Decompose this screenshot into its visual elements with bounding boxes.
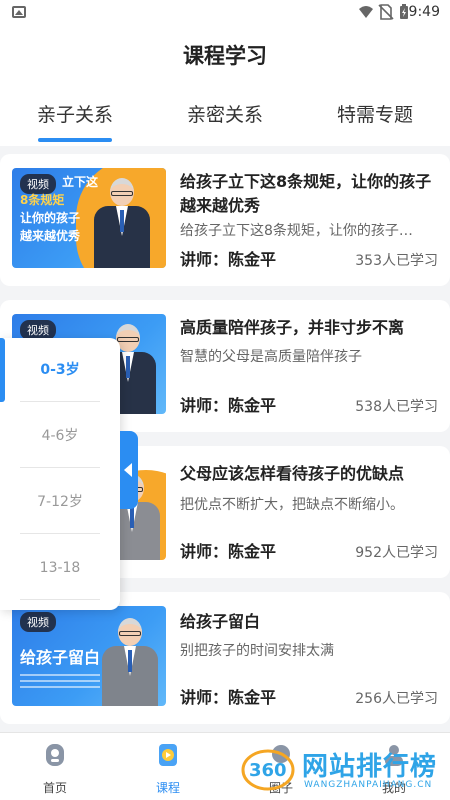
course-teacher: 讲师：陈金平 (180, 396, 277, 415)
course-learner-count: 952人已学习 (355, 545, 438, 561)
watermark-subtext: WANGZHANPAIHANG.CN (304, 780, 433, 790)
title-bar: 课程学习 (0, 26, 450, 86)
nav-home[interactable]: 首页 (0, 733, 110, 800)
tab-special-topics[interactable]: 特需专题 (320, 100, 430, 127)
gallery-icon (12, 6, 26, 18)
watermark-logo-text: 360 (249, 760, 287, 781)
status-bar: 9:49 (0, 0, 450, 26)
teacher-photo (92, 178, 152, 268)
course-learner-count: 256人已学习 (355, 691, 438, 707)
category-tabs: 亲子关系 亲密关系 特需专题 (0, 86, 450, 146)
course-desc: 智慧的父母是高质量陪伴孩子 (180, 349, 362, 365)
page-title: 课程学习 (183, 44, 267, 68)
thumb-text-line: 8条规矩 (20, 193, 65, 207)
course-title[interactable]: 给孩子留白 (180, 610, 438, 634)
video-badge: 视频 (20, 612, 56, 632)
age-option-0-3[interactable]: 0-3岁 (20, 338, 100, 402)
tab-parent-child[interactable]: 亲子关系 (20, 100, 130, 127)
thumb-text-line: 给孩子留白 (20, 648, 101, 667)
age-option-4-6[interactable]: 4-6岁 (20, 404, 100, 468)
watermark: 360 网站排行榜 WANGZHANPAIHANG.CN (240, 742, 445, 796)
active-tab-indicator (38, 138, 112, 142)
wifi-icon (359, 6, 373, 18)
nav-course[interactable]: 课程 (113, 733, 223, 800)
course-desc: 别把孩子的时间安排太满 (180, 643, 334, 659)
age-option-13-18[interactable]: 13-18 (20, 536, 100, 600)
thumb-text-line: 立下这 (62, 175, 99, 189)
course-title[interactable]: 给孩子立下这8条规矩，让你的孩子越来越优秀 (180, 170, 438, 218)
status-time: 9:49 (408, 4, 440, 20)
course-learner-count: 538人已学习 (355, 399, 438, 415)
course-card[interactable]: 视频 立下这 8条规矩 让你的孩子 越来越优秀 给孩子立下这8条规矩，让你的孩子… (0, 154, 450, 286)
course-title[interactable]: 父母应该怎样看待孩子的优缺点 (180, 462, 438, 486)
course-desc: 把优点不断扩大，把缺点不断缩小。 (180, 497, 404, 513)
no-sim-icon (378, 4, 394, 20)
course-teacher: 讲师：陈金平 (180, 688, 277, 707)
course-thumbnail: 视频 立下这 8条规矩 让你的孩子 越来越优秀 (12, 168, 166, 268)
nav-label: 首页 (42, 781, 67, 795)
chevron-left-icon (124, 463, 132, 477)
course-thumbnail: 视频 给孩子留白 (12, 606, 166, 706)
tab-intimate[interactable]: 亲密关系 (170, 100, 280, 127)
video-badge: 视频 (20, 174, 56, 194)
thumb-text-line: 越来越优秀 (20, 229, 81, 243)
nav-label: 课程 (155, 781, 180, 795)
thumb-text-line: 让你的孩子 (20, 211, 81, 225)
age-selected-indicator (0, 338, 5, 402)
course-desc: 给孩子立下这8条规矩，让你的孩子… (180, 223, 413, 239)
age-option-7-12[interactable]: 7-12岁 (20, 470, 100, 534)
collapse-panel-button[interactable] (120, 431, 138, 509)
course-learner-count: 353人已学习 (355, 253, 438, 269)
video-badge: 视频 (20, 320, 56, 340)
watermark-text: 网站排行榜 (302, 752, 438, 782)
watermark-logo-icon: 360 (241, 749, 295, 791)
course-teacher: 讲师：陈金平 (180, 250, 277, 269)
age-filter-panel: 0-3岁 4-6岁 7-12岁 13-18 (0, 338, 120, 610)
course-icon (159, 744, 177, 766)
thumb-decoration (20, 670, 100, 688)
teacher-photo (100, 618, 160, 706)
course-card[interactable]: 视频 给孩子留白 给孩子留白 别把孩子的时间安排太满 讲师：陈金平 256人已学… (0, 592, 450, 724)
home-icon (46, 744, 64, 766)
course-teacher: 讲师：陈金平 (180, 542, 277, 561)
course-title[interactable]: 高质量陪伴孩子，并非寸步不离 (180, 316, 438, 340)
